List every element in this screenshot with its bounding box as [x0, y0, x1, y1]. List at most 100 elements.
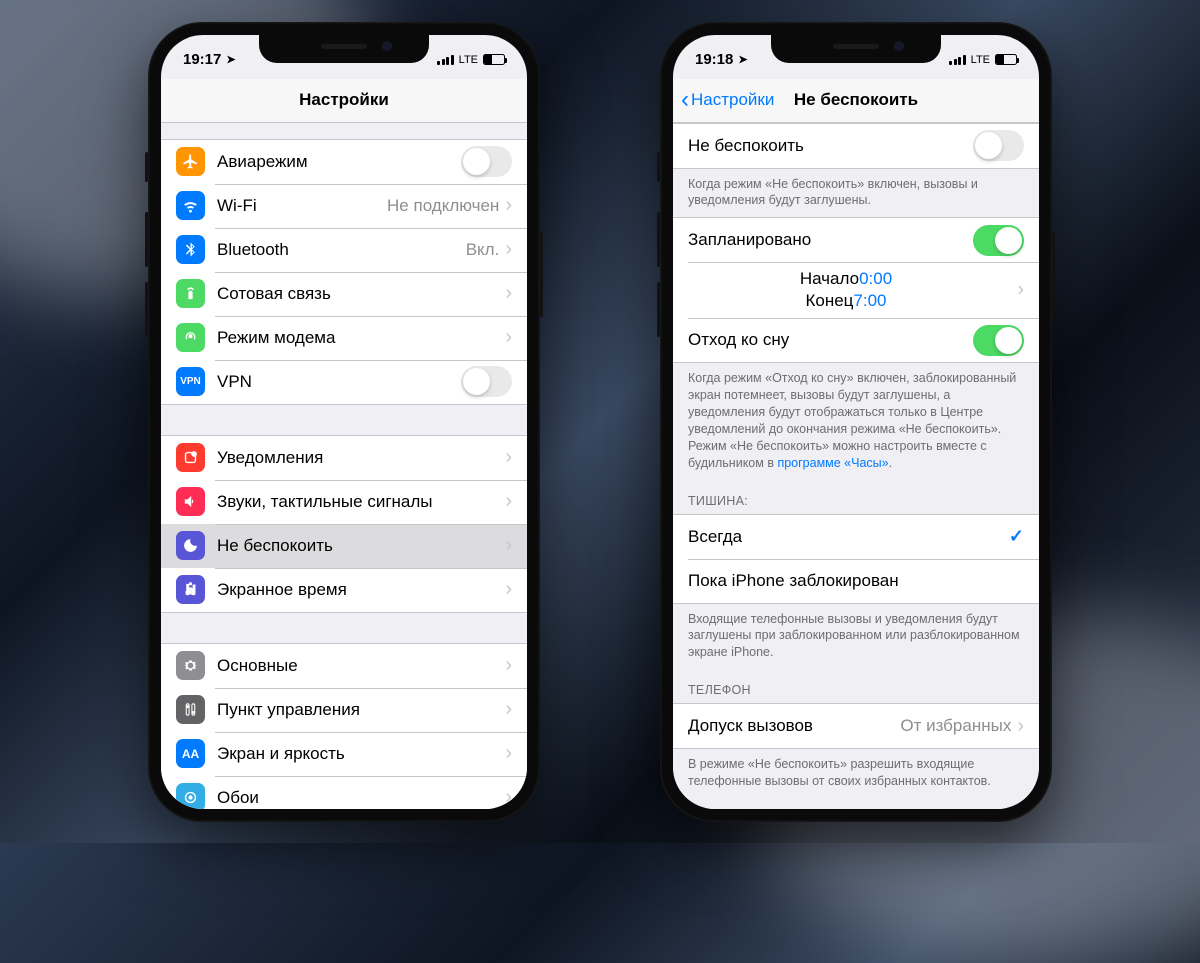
notch: [259, 35, 429, 63]
chevron-right-icon: ›: [505, 534, 512, 557]
signal-icon: [949, 55, 966, 65]
wifi-detail: Не подключен: [387, 196, 499, 216]
vpn-toggle[interactable]: [461, 366, 512, 397]
start-label: Начало: [800, 269, 859, 289]
row-silence-always[interactable]: Всегда ✓: [673, 515, 1039, 559]
chevron-right-icon: ›: [505, 326, 512, 349]
chevron-left-icon: ‹: [681, 88, 689, 112]
page-title: Настройки: [299, 90, 389, 110]
general-label: Основные: [217, 656, 505, 676]
bedtime-footer: Когда режим «Отход ко сну» включен, забл…: [673, 363, 1039, 479]
chevron-right-icon: ›: [505, 654, 512, 677]
notifications-icon: [176, 443, 205, 472]
status-time: 19:17: [183, 51, 221, 68]
row-dnd-toggle[interactable]: Не беспокоить: [673, 124, 1039, 168]
row-dnd[interactable]: Не беспокоить›: [161, 524, 527, 568]
allow-calls-label: Допуск вызовов: [688, 716, 900, 736]
sounds-label: Звуки, тактильные сигналы: [217, 492, 505, 512]
status-time: 19:18: [695, 51, 733, 68]
vpn-icon: VPN: [176, 367, 205, 396]
phone-right: 19:18 ➤ LTE ‹ Настройки Не беспокоить Не…: [660, 22, 1052, 822]
controlcenter-icon: [176, 695, 205, 724]
chevron-right-icon: ›: [1017, 715, 1024, 738]
phone-left: 19:17 ➤ LTE Настройки АвиарежимWi-FiНе п…: [148, 22, 540, 822]
clock-app-link[interactable]: программе «Часы»: [777, 456, 888, 470]
row-sounds[interactable]: Звуки, тактильные сигналы›: [161, 480, 527, 524]
screen: 19:17 ➤ LTE Настройки АвиарежимWi-FiНе п…: [161, 35, 527, 809]
dnd-label: Не беспокоить: [217, 536, 505, 556]
dnd-toggle[interactable]: [973, 130, 1024, 161]
controlcenter-label: Пункт управления: [217, 700, 505, 720]
signal-icon: [437, 55, 454, 65]
display-label: Экран и яркость: [217, 744, 505, 764]
dnd-settings[interactable]: Не беспокоить Когда режим «Не беспокоить…: [673, 123, 1039, 809]
bluetooth-icon: [176, 235, 205, 264]
end-value: 7:00: [853, 291, 900, 311]
row-wallpaper[interactable]: Обои›: [161, 776, 527, 809]
location-icon: ➤: [226, 53, 235, 66]
vpn-label: VPN: [217, 372, 461, 392]
network-label: LTE: [971, 54, 990, 66]
nav-bar: ‹ Настройки Не беспокоить: [673, 79, 1039, 123]
wallpaper-icon: [176, 783, 205, 809]
dnd-icon: [176, 531, 205, 560]
wifi-icon: [176, 191, 205, 220]
end-label: Конец: [805, 291, 853, 311]
row-silence-locked[interactable]: Пока iPhone заблокирован: [673, 559, 1039, 603]
row-schedule-times[interactable]: Начало 0:00 Конец 7:00 ›: [673, 262, 1039, 318]
nav-bar: Настройки: [161, 79, 527, 123]
bluetooth-detail: Вкл.: [466, 240, 500, 260]
allow-calls-value: От избранных: [900, 716, 1011, 736]
screentime-icon: [176, 575, 205, 604]
airplane-toggle[interactable]: [461, 146, 512, 177]
checkmark-icon: ✓: [1009, 526, 1024, 547]
silence-footer: Входящие телефонные вызовы и уведомления…: [673, 604, 1039, 670]
row-controlcenter[interactable]: Пункт управления›: [161, 688, 527, 732]
chevron-right-icon: ›: [505, 282, 512, 305]
row-vpn[interactable]: VPN VPN: [161, 360, 527, 404]
dnd-footer: Когда режим «Не беспокоить» включен, выз…: [673, 169, 1039, 218]
row-scheduled[interactable]: Запланировано: [673, 218, 1039, 262]
chevron-right-icon: ›: [505, 742, 512, 765]
row-airplane[interactable]: Авиарежим: [161, 140, 527, 184]
chevron-right-icon: ›: [505, 194, 512, 217]
airplane-label: Авиарежим: [217, 152, 461, 172]
row-display[interactable]: AA Экран и яркость›: [161, 732, 527, 776]
row-hotspot[interactable]: Режим модема›: [161, 316, 527, 360]
bedtime-label: Отход ко сну: [688, 330, 973, 350]
screen: 19:18 ➤ LTE ‹ Настройки Не беспокоить Не…: [673, 35, 1039, 809]
row-bluetooth[interactable]: BluetoothВкл.›: [161, 228, 527, 272]
scheduled-toggle[interactable]: [973, 225, 1024, 256]
cellular-icon: [176, 279, 205, 308]
hotspot-label: Режим модема: [217, 328, 505, 348]
chevron-right-icon: ›: [505, 578, 512, 601]
bedtime-toggle[interactable]: [973, 325, 1024, 356]
notifications-label: Уведомления: [217, 448, 505, 468]
notch: [771, 35, 941, 63]
row-bedtime[interactable]: Отход ко сну: [673, 318, 1039, 362]
cellular-label: Сотовая связь: [217, 284, 505, 304]
page-title: Не беспокоить: [794, 90, 918, 110]
wallpaper-label: Обои: [217, 788, 505, 808]
dnd-label: Не беспокоить: [688, 136, 973, 156]
hotspot-icon: [176, 323, 205, 352]
screentime-label: Экранное время: [217, 580, 505, 600]
silence-header: ТИШИНА:: [673, 480, 1039, 514]
back-button[interactable]: ‹ Настройки: [681, 88, 774, 112]
silence-locked-label: Пока iPhone заблокирован: [688, 571, 1024, 591]
battery-icon: [995, 54, 1017, 65]
settings-list[interactable]: АвиарежимWi-FiНе подключен›BluetoothВкл.…: [161, 123, 527, 809]
row-allow-calls[interactable]: Допуск вызовов От избранных ›: [673, 704, 1039, 748]
display-icon: AA: [176, 739, 205, 768]
row-notifications[interactable]: Уведомления›: [161, 436, 527, 480]
row-cellular[interactable]: Сотовая связь›: [161, 272, 527, 316]
row-screentime[interactable]: Экранное время›: [161, 568, 527, 612]
silence-always-label: Всегда: [688, 527, 1009, 547]
row-wifi[interactable]: Wi-FiНе подключен›: [161, 184, 527, 228]
chevron-right-icon: ›: [505, 698, 512, 721]
back-label: Настройки: [691, 90, 774, 110]
general-icon: [176, 651, 205, 680]
chevron-right-icon: ›: [505, 238, 512, 261]
row-general[interactable]: Основные›: [161, 644, 527, 688]
allow-calls-footer: В режиме «Не беспокоить» разрешить входя…: [673, 749, 1039, 798]
